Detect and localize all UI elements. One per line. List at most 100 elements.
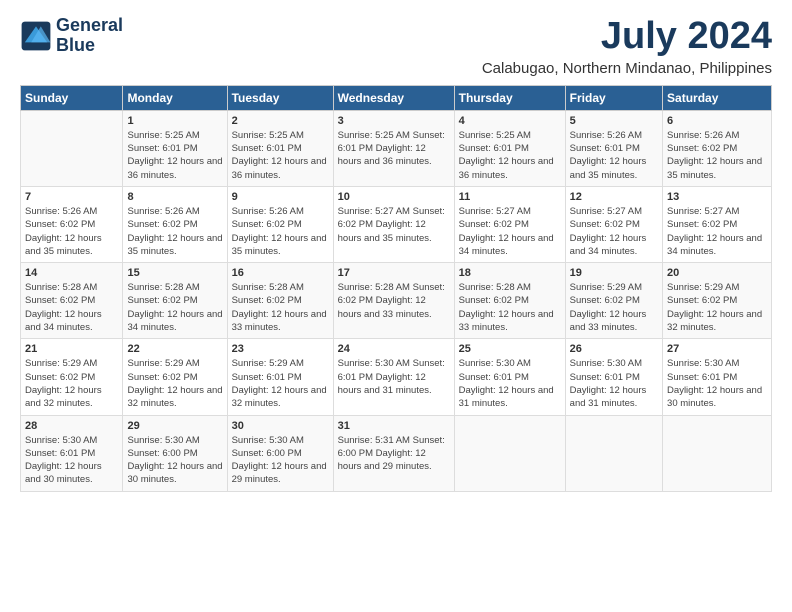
calendar-cell: 16Sunrise: 5:28 AM Sunset: 6:02 PM Dayli… (227, 263, 333, 339)
day-details: Sunrise: 5:30 AM Sunset: 6:00 PM Dayligh… (127, 434, 222, 487)
calendar-cell: 30 Sunrise: 5:30 AM Sunset: 6:00 PM Dayli… (227, 415, 333, 491)
calendar-cell (663, 415, 772, 491)
day-details: Sunrise: 5:28 AM Sunset: 6:02 PM Dayligh… (459, 281, 561, 334)
day-number: 17 (338, 267, 450, 279)
day-details: Sunrise: 5:30 AM Sunset: 6:01 PM Dayligh… (459, 357, 561, 410)
day-details: Sunrise: 5:29 AM Sunset: 6:02 PM Dayligh… (127, 357, 222, 410)
day-details: Sunrise: 5:27 AM Sunset: 6:02 PM Dayligh… (570, 205, 658, 258)
day-details: Sunrise: 5:30 AM Sunset: 6:01 PM Dayligh… (25, 434, 118, 487)
calendar-cell: 15Sunrise: 5:28 AM Sunset: 6:02 PM Dayli… (123, 263, 227, 339)
day-details: Sunrise: 5:30 AM Sunset: 6:01 PM Dayligh… (338, 357, 450, 397)
day-number: 25 (459, 343, 561, 355)
weekday-header: Saturday (663, 85, 772, 110)
calendar-cell: 28 Sunrise: 5:30 AM Sunset: 6:01 PM Dayli… (21, 415, 123, 491)
day-details: Sunrise: 5:29 AM Sunset: 6:02 PM Dayligh… (25, 357, 118, 410)
calendar-week-row: 7Sunrise: 5:26 AM Sunset: 6:02 PM Daylig… (21, 186, 772, 262)
day-details: Sunrise: 5:30 AM Sunset: 6:01 PM Dayligh… (570, 357, 658, 410)
calendar-cell: 20 Sunrise: 5:29 AM Sunset: 6:02 PM Dayli… (663, 263, 772, 339)
weekday-header: Tuesday (227, 85, 333, 110)
calendar-cell: 21 Sunrise: 5:29 AM Sunset: 6:02 PM Dayli… (21, 339, 123, 415)
calendar-cell: 9 Sunrise: 5:26 AM Sunset: 6:02 PM Daylig… (227, 186, 333, 262)
calendar-cell: 1 Sunrise: 5:25 AM Sunset: 6:01 PM Daylig… (123, 110, 227, 186)
calendar-cell: 3 Sunrise: 5:25 AM Sunset: 6:01 PM Daylig… (333, 110, 454, 186)
calendar-cell: 18Sunrise: 5:28 AM Sunset: 6:02 PM Dayli… (454, 263, 565, 339)
day-number: 31 (338, 420, 450, 432)
calendar-cell: 19 Sunrise: 5:29 AM Sunset: 6:02 PM Dayli… (565, 263, 662, 339)
calendar-cell (21, 110, 123, 186)
calendar-cell: 22 Sunrise: 5:29 AM Sunset: 6:02 PM Dayli… (123, 339, 227, 415)
day-details: Sunrise: 5:27 AM Sunset: 6:02 PM Dayligh… (459, 205, 561, 258)
day-number: 2 (232, 115, 329, 127)
weekday-header: Wednesday (333, 85, 454, 110)
day-number: 21 (25, 343, 118, 355)
calendar-cell: 27Sunrise: 5:30 AM Sunset: 6:01 PM Dayli… (663, 339, 772, 415)
day-details: Sunrise: 5:26 AM Sunset: 6:02 PM Dayligh… (232, 205, 329, 258)
day-number: 8 (127, 191, 222, 203)
day-number: 19 (570, 267, 658, 279)
day-details: Sunrise: 5:25 AM Sunset: 6:01 PM Dayligh… (127, 129, 222, 182)
page-header: General Blue July 2024 Calabugao, Northe… (20, 16, 772, 77)
weekday-header-row: SundayMondayTuesdayWednesdayThursdayFrid… (21, 85, 772, 110)
calendar-cell: 10Sunrise: 5:27 AM Sunset: 6:02 PM Dayli… (333, 186, 454, 262)
day-number: 3 (338, 115, 450, 127)
day-number: 12 (570, 191, 658, 203)
day-number: 28 (25, 420, 118, 432)
calendar-cell: 25 Sunrise: 5:30 AM Sunset: 6:01 PM Dayli… (454, 339, 565, 415)
weekday-header: Monday (123, 85, 227, 110)
day-number: 5 (570, 115, 658, 127)
calendar-cell: 29Sunrise: 5:30 AM Sunset: 6:00 PM Dayli… (123, 415, 227, 491)
day-number: 14 (25, 267, 118, 279)
day-number: 13 (667, 191, 767, 203)
logo: General Blue (20, 16, 123, 56)
calendar-cell: 23 Sunrise: 5:29 AM Sunset: 6:01 PM Dayli… (227, 339, 333, 415)
calendar-table: SundayMondayTuesdayWednesdayThursdayFrid… (20, 85, 772, 492)
calendar-cell (565, 415, 662, 491)
day-number: 15 (127, 267, 222, 279)
calendar-cell: 14Sunrise: 5:28 AM Sunset: 6:02 PM Dayli… (21, 263, 123, 339)
calendar-cell: 31 Sunrise: 5:31 AM Sunset: 6:00 PM Dayli… (333, 415, 454, 491)
day-details: Sunrise: 5:27 AM Sunset: 6:02 PM Dayligh… (338, 205, 450, 245)
calendar-week-row: 14 Sunrise: 5:28 AM Sunset: 6:02 PM Dayli… (21, 263, 772, 339)
day-details: Sunrise: 5:27 AM Sunset: 6:02 PM Dayligh… (667, 205, 767, 258)
calendar-cell (454, 415, 565, 491)
day-number: 9 (232, 191, 329, 203)
calendar-week-row: 21 Sunrise: 5:29 AM Sunset: 6:02 PM Dayli… (21, 339, 772, 415)
day-details: Sunrise: 5:29 AM Sunset: 6:02 PM Dayligh… (667, 281, 767, 334)
calendar-cell: 2 Sunrise: 5:25 AM Sunset: 6:01 PM Daylig… (227, 110, 333, 186)
calendar-cell: 7Sunrise: 5:26 AM Sunset: 6:02 PM Daylig… (21, 186, 123, 262)
day-details: Sunrise: 5:26 AM Sunset: 6:02 PM Dayligh… (127, 205, 222, 258)
calendar-cell: 5Sunrise: 5:26 AM Sunset: 6:01 PM Daylig… (565, 110, 662, 186)
day-number: 16 (232, 267, 329, 279)
day-number: 1 (127, 115, 222, 127)
logo-line1: General (56, 16, 123, 36)
day-details: Sunrise: 5:31 AM Sunset: 6:00 PM Dayligh… (338, 434, 450, 474)
subtitle: Calabugao, Northern Mindanao, Philippine… (482, 60, 772, 77)
calendar-cell: 11 Sunrise: 5:27 AM Sunset: 6:02 PM Dayli… (454, 186, 565, 262)
main-title: July 2024 (482, 16, 772, 58)
day-details: Sunrise: 5:25 AM Sunset: 6:01 PM Dayligh… (338, 129, 450, 169)
calendar-week-row: 28 Sunrise: 5:30 AM Sunset: 6:01 PM Dayli… (21, 415, 772, 491)
day-number: 30 (232, 420, 329, 432)
day-number: 26 (570, 343, 658, 355)
calendar-cell: 24 Sunrise: 5:30 AM Sunset: 6:01 PM Dayli… (333, 339, 454, 415)
day-number: 20 (667, 267, 767, 279)
calendar-cell: 8 Sunrise: 5:26 AM Sunset: 6:02 PM Daylig… (123, 186, 227, 262)
day-number: 23 (232, 343, 329, 355)
weekday-header: Friday (565, 85, 662, 110)
day-number: 4 (459, 115, 561, 127)
day-details: Sunrise: 5:29 AM Sunset: 6:02 PM Dayligh… (570, 281, 658, 334)
calendar-week-row: 1 Sunrise: 5:25 AM Sunset: 6:01 PM Daylig… (21, 110, 772, 186)
calendar-cell: 12 Sunrise: 5:27 AM Sunset: 6:02 PM Dayli… (565, 186, 662, 262)
day-number: 24 (338, 343, 450, 355)
day-details: Sunrise: 5:26 AM Sunset: 6:02 PM Dayligh… (25, 205, 118, 258)
calendar-cell: 17 Sunrise: 5:28 AM Sunset: 6:02 PM Dayli… (333, 263, 454, 339)
day-details: Sunrise: 5:25 AM Sunset: 6:01 PM Dayligh… (232, 129, 329, 182)
day-number: 22 (127, 343, 222, 355)
day-details: Sunrise: 5:28 AM Sunset: 6:02 PM Dayligh… (338, 281, 450, 321)
day-number: 6 (667, 115, 767, 127)
day-details: Sunrise: 5:30 AM Sunset: 6:00 PM Dayligh… (232, 434, 329, 487)
day-details: Sunrise: 5:30 AM Sunset: 6:01 PM Dayligh… (667, 357, 767, 410)
day-number: 11 (459, 191, 561, 203)
day-details: Sunrise: 5:29 AM Sunset: 6:01 PM Dayligh… (232, 357, 329, 410)
day-details: Sunrise: 5:26 AM Sunset: 6:02 PM Dayligh… (667, 129, 767, 182)
